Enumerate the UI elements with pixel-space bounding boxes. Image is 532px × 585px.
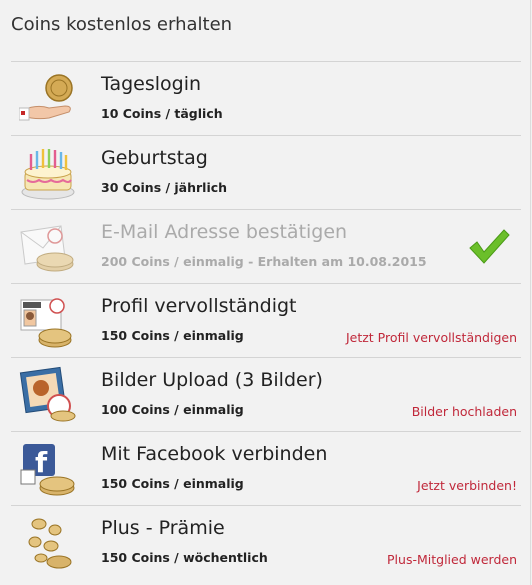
reward-title: Bilder Upload (3 Bilder) bbox=[101, 369, 323, 391]
hand-coin-icon bbox=[19, 74, 73, 121]
connect-facebook-link[interactable]: Jetzt verbinden! bbox=[417, 478, 517, 493]
reward-subtitle: 100 Coins / einmalig bbox=[101, 402, 244, 417]
reward-subtitle: 150 Coins / wöchentlich bbox=[101, 550, 268, 565]
reward-title: Geburtstag bbox=[101, 147, 208, 169]
photo-upload-icon bbox=[19, 366, 76, 422]
panel-title: Coins kostenlos erhalten bbox=[11, 14, 233, 35]
complete-profile-link[interactable]: Jetzt Profil vervollständigen bbox=[346, 330, 517, 345]
profile-card-icon bbox=[20, 298, 72, 348]
email-coin-icon bbox=[20, 225, 74, 272]
reward-list: Tageslogin 10 Coins / täglich Geburtstag… bbox=[11, 61, 521, 579]
reward-row-plus-bonus: Plus - Prämie 150 Coins / wöchentlich Pl… bbox=[11, 505, 521, 579]
checkmark-icon bbox=[469, 229, 510, 264]
reward-subtitle: 10 Coins / täglich bbox=[101, 106, 223, 121]
reward-row-birthday: Geburtstag 30 Coins / jährlich bbox=[11, 135, 521, 209]
become-plus-member-link[interactable]: Plus-Mitglied werden bbox=[387, 552, 517, 567]
svg-text:f: f bbox=[35, 446, 48, 479]
reward-row-email-confirm: E-Mail Adresse bestätigen 200 Coins / ei… bbox=[11, 209, 521, 283]
facebook-icon: f bbox=[20, 444, 75, 496]
reward-row-daily-login: Tageslogin 10 Coins / täglich bbox=[11, 61, 521, 135]
reward-title: E-Mail Adresse bestätigen bbox=[101, 221, 348, 243]
reward-subtitle: 200 Coins / einmalig - Erhalten am 10.08… bbox=[101, 254, 427, 269]
reward-row-profile: Profil vervollständigt 150 Coins / einma… bbox=[11, 283, 521, 357]
reward-title: Tageslogin bbox=[101, 73, 202, 95]
reward-subtitle: 150 Coins / einmalig bbox=[101, 328, 244, 343]
reward-subtitle: 150 Coins / einmalig bbox=[101, 476, 244, 491]
reward-title: Mit Facebook verbinden bbox=[101, 443, 328, 465]
falling-coins-icon bbox=[28, 518, 72, 569]
reward-title: Plus - Prämie bbox=[101, 517, 225, 539]
coins-panel: Coins kostenlos erhalten Tageslogin 10 C… bbox=[0, 0, 531, 585]
reward-subtitle: 30 Coins / jährlich bbox=[101, 180, 228, 195]
upload-photos-link[interactable]: Bilder hochladen bbox=[412, 404, 517, 419]
reward-title: Profil vervollständigt bbox=[101, 295, 297, 317]
reward-row-facebook: f Mit Facebook verbinden 150 Coins / ein… bbox=[11, 431, 521, 505]
reward-row-photo-upload: Bilder Upload (3 Bilder) 100 Coins / ein… bbox=[11, 357, 521, 431]
birthday-cake-icon bbox=[21, 149, 75, 200]
